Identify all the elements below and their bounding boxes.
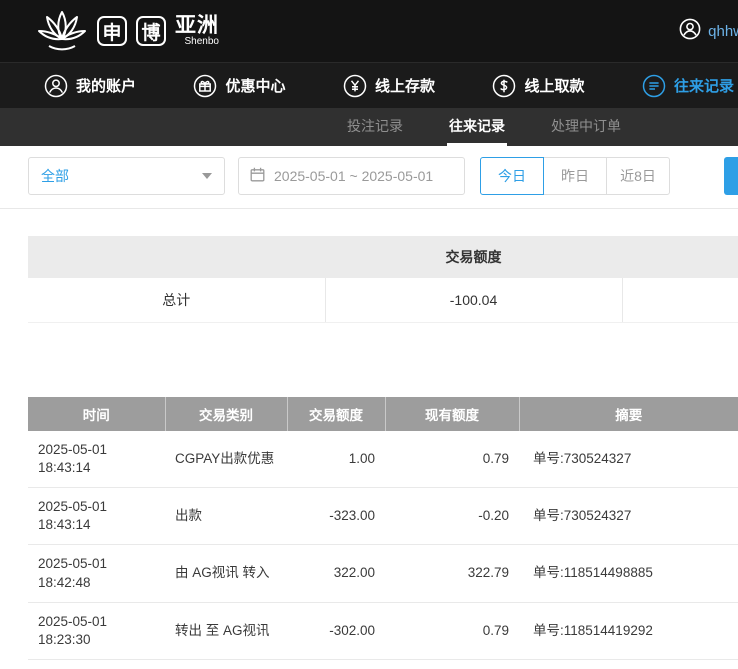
nav-item-withdraw[interactable]: 线上取款 xyxy=(492,74,584,98)
table-cell: 单号:118514498885 xyxy=(519,545,738,602)
table-cell: 2025-05-01 18:23:30 xyxy=(28,602,165,659)
column-header-summary: 摘要 xyxy=(519,397,738,431)
transactions-body: 2025-05-01 18:43:14CGPAY出款优惠1.000.79单号:7… xyxy=(28,431,738,669)
table-cell: 1.00 xyxy=(287,431,385,488)
summary-total-label: 总计 xyxy=(28,278,325,322)
table-cell: 单号:730524327 xyxy=(519,487,738,544)
column-header-amount: 交易额度 xyxy=(287,397,385,431)
chevron-down-icon xyxy=(202,173,212,179)
user-avatar-icon xyxy=(679,18,701,44)
table-cell: 2025-05-01 18:23:21 xyxy=(28,660,165,669)
tab-transaction-records[interactable]: 往来记录 xyxy=(447,108,507,146)
table-row: 2025-05-01 18:42:48由 AG视讯 转入322.00322.79… xyxy=(28,545,738,602)
table-cell: -323.00 xyxy=(287,487,385,544)
date-range-value: 2025-05-01 ~ 2025-05-01 xyxy=(274,168,433,184)
transactions-table: 时间 交易类别 交易额度 现有额度 摘要 2025-05-01 18:43:14… xyxy=(28,397,738,669)
summary-total-value: -100.04 xyxy=(325,278,622,322)
table-cell: 302.79 xyxy=(385,660,519,669)
brand-region-block: 亚洲 Shenbo xyxy=(175,15,219,48)
table-header-row: 时间 交易类别 交易额度 现有额度 摘要 xyxy=(28,397,738,431)
nav-item-label: 线上取款 xyxy=(524,75,584,96)
calendar-icon xyxy=(250,167,265,185)
table-cell: CGPAY出款优惠 xyxy=(165,431,287,488)
brand-region: 亚洲 xyxy=(175,15,219,37)
yesterday-button[interactable]: 昨日 xyxy=(543,157,607,195)
table-cell: 0.79 xyxy=(385,431,519,488)
quick-date-buttons: 今日 昨日 近8日 xyxy=(480,157,670,195)
nav-item-promotions[interactable]: 优惠中心 xyxy=(193,74,285,98)
nav-item-label: 优惠中心 xyxy=(225,75,285,96)
table-cell: 单号:202505023947391225 xyxy=(519,660,738,669)
table-cell: 单号:118514419292 xyxy=(519,602,738,659)
table-cell: -302.00 xyxy=(287,602,385,659)
nav-item-records[interactable]: 往来记录 xyxy=(642,74,734,98)
summary-header-row: 交易额度 xyxy=(28,236,738,278)
summary-header-spacer xyxy=(28,236,325,278)
tab-betting-records[interactable]: 投注记录 xyxy=(345,108,405,146)
user-name: qhhw xyxy=(708,23,738,40)
table-cell: CGPAY-CG钱包支付笔笔送优惠 xyxy=(165,660,287,669)
records-icon xyxy=(642,74,666,98)
nav-item-deposit[interactable]: 线上存款 xyxy=(343,74,435,98)
date-range-input[interactable]: 2025-05-01 ~ 2025-05-01 xyxy=(238,157,465,195)
top-header: 申 博 亚洲 Shenbo qhhw xyxy=(0,0,738,62)
deposit-icon xyxy=(343,74,367,98)
table-row: 2025-05-01 18:43:14出款-323.00-0.20单号:7305… xyxy=(28,487,738,544)
summary-value-row: 总计 -100.04 xyxy=(28,278,738,322)
promo-icon xyxy=(193,74,217,98)
lotus-logo-icon xyxy=(36,9,88,53)
column-header-balance: 现有额度 xyxy=(385,397,519,431)
table-row: 2025-05-01 18:43:14CGPAY出款优惠1.000.79单号:7… xyxy=(28,431,738,488)
table-cell: 2025-05-01 18:43:14 xyxy=(28,431,165,488)
nav-item-my-account[interactable]: 我的账户 xyxy=(44,74,136,98)
today-button[interactable]: 今日 xyxy=(480,157,544,195)
type-select[interactable]: 全部 xyxy=(28,157,225,195)
nav-item-label: 我的账户 xyxy=(76,75,136,96)
user-account[interactable]: qhhw xyxy=(679,18,738,44)
withdraw-icon xyxy=(492,74,516,98)
type-select-value: 全部 xyxy=(41,166,69,186)
brand-subtitle: Shenbo xyxy=(175,37,219,48)
table-cell: -0.20 xyxy=(385,487,519,544)
table-row: 2025-05-01 18:23:21CGPAY-CG钱包支付笔笔送优惠1.62… xyxy=(28,660,738,669)
table-cell: 由 AG视讯 转入 xyxy=(165,545,287,602)
nav-item-label: 往来记录 xyxy=(674,75,734,96)
table-cell: 0.79 xyxy=(385,602,519,659)
search-button[interactable] xyxy=(724,157,738,195)
summary-header-spacer xyxy=(622,236,738,278)
column-header-type: 交易类别 xyxy=(165,397,287,431)
table-cell: 322.00 xyxy=(287,545,385,602)
table-cell: 出款 xyxy=(165,487,287,544)
table-cell: 2025-05-01 18:43:14 xyxy=(28,487,165,544)
brand-char-shen: 申 xyxy=(97,16,127,46)
filter-bar: 全部 2025-05-01 ~ 2025-05-01 今日 昨日 近8日 xyxy=(0,146,738,208)
brand-char-bo: 博 xyxy=(136,16,166,46)
summary-header-amount: 交易额度 xyxy=(325,236,622,278)
column-header-time: 时间 xyxy=(28,397,165,431)
main-nav: 我的账户 优惠中心 线上存款 线上取款 xyxy=(0,62,738,108)
summary-table: 交易额度 总计 -100.04 xyxy=(28,236,738,323)
table-cell: 322.79 xyxy=(385,545,519,602)
table-row: 2025-05-01 18:23:30转出 至 AG视讯-302.000.79单… xyxy=(28,602,738,659)
account-icon xyxy=(44,74,68,98)
brand-logo[interactable]: 申 博 亚洲 Shenbo xyxy=(36,9,219,53)
table-cell: 转出 至 AG视讯 xyxy=(165,602,287,659)
section-divider xyxy=(0,208,738,209)
tab-processing-orders[interactable]: 处理中订单 xyxy=(549,108,623,146)
nav-item-label: 线上存款 xyxy=(375,75,435,96)
table-cell: 2025-05-01 18:42:48 xyxy=(28,545,165,602)
summary-spacer-cell xyxy=(622,278,738,322)
table-cell: 1.62 xyxy=(287,660,385,669)
table-cell: 单号:730524327 xyxy=(519,431,738,488)
last-8-days-button[interactable]: 近8日 xyxy=(606,157,670,195)
records-subnav: 投注记录 往来记录 处理中订单 xyxy=(0,108,738,146)
